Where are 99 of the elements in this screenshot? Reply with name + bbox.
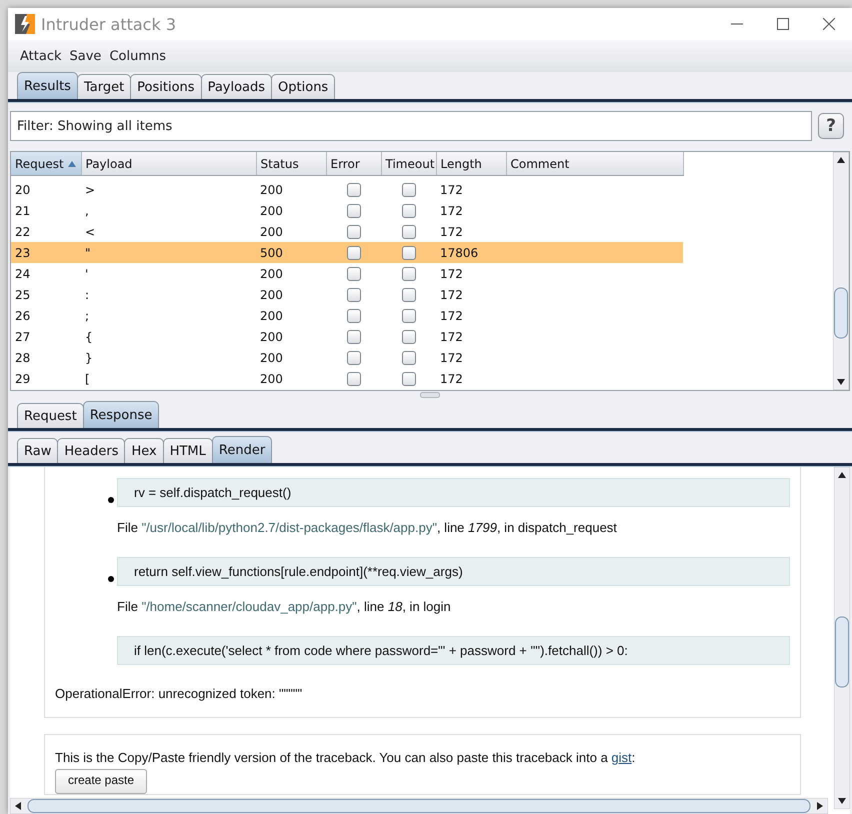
checkbox[interactable] [346,224,360,239]
table-cell-text: 26 [14,308,32,324]
table-cell-text: 200 [259,308,284,324]
checkbox[interactable] [402,246,416,260]
checkbox[interactable] [346,204,360,218]
column-header[interactable]: Comment [506,152,683,176]
table-cell: 200 [256,221,326,242]
checkbox[interactable] [402,224,416,239]
tab[interactable]: Headers [57,438,126,463]
table-cell: 200 [256,263,326,284]
create-paste-button[interactable]: create paste [55,769,148,794]
checkbox[interactable] [402,308,416,323]
checkbox[interactable] [402,182,416,197]
table-cell-text: 200 [259,182,284,198]
checkbox[interactable] [346,288,360,302]
table-cell-text: 27 [14,328,32,346]
column-header[interactable]: Request [11,152,81,176]
table-cell-text: , [84,202,90,220]
paste-note: This is the Copy/Paste friendly version of the traceback. You can also paste this traceback into a gist: [55,750,636,765]
tab[interactable]: Results [17,72,78,99]
checkbox[interactable] [402,350,416,365]
tab[interactable]: HTML [162,438,213,463]
table-cell-text: 172 [439,370,464,388]
tab[interactable]: Target [76,74,132,99]
table-cell: 172 [436,263,506,284]
table-cell-text: 20 [14,182,32,198]
tab[interactable]: Options [271,74,336,99]
window-title: Intruder attack 3 [41,14,177,34]
table-cell: 17806 [436,242,506,263]
column-header[interactable]: Status [256,152,326,176]
close-icon[interactable] [823,18,835,30]
table-cell-text: 200 [259,350,284,366]
checkbox[interactable] [346,372,360,386]
table-cell-text: 200 [259,328,284,346]
column-header[interactable]: Length [436,152,506,176]
table-cell-text: 172 [439,182,464,198]
table-cell: " [81,242,256,263]
table-cell: 172 [436,221,506,242]
checkbox[interactable] [402,372,416,386]
column-header[interactable]: Timeout [381,152,436,176]
table-cell: 500 [256,242,326,263]
column-header[interactable]: Payload [81,152,256,176]
maximize-icon[interactable] [777,18,789,30]
tab[interactable]: Response [82,401,160,428]
checkbox[interactable] [346,246,360,260]
table-cell: 23 [11,242,81,263]
gist-link[interactable]: gist [611,750,632,765]
table-cell: 22 [11,221,81,242]
table-cell-text: : [84,286,90,304]
checkbox[interactable] [402,204,416,218]
table-cell-text: 172 [439,308,464,324]
table-cell-text: [ [84,370,91,388]
menu-item[interactable]: Save [66,48,106,64]
checkbox[interactable] [402,288,416,302]
vertical-scrollbar[interactable] [834,467,850,809]
vertical-scrollbar[interactable] [833,152,849,390]
table-cell-text: 25 [14,286,32,304]
table-cell: ' [81,263,256,284]
filter-bar[interactable]: Filter: Showing all items [10,111,812,141]
tab[interactable]: Raw [17,438,58,463]
table-cell-text: 172 [439,286,464,304]
checkbox[interactable] [346,266,360,281]
table-cell-text: 28 [14,350,32,366]
tab[interactable]: Positions [130,74,202,99]
table-cell-text: > [84,182,96,198]
help-button[interactable]: ? [818,113,844,139]
checkbox[interactable] [346,350,360,365]
horizontal-scrollbar[interactable] [10,798,828,814]
table-cell-text: 172 [439,328,464,346]
column-header[interactable]: Error [326,152,381,176]
table-cell-text: 200 [259,286,284,304]
file-location: File "/home/scanner/cloudav_app/app.py", line 18, in login [117,599,452,614]
table-cell-text: 21 [14,202,32,220]
table-cell-text: 29 [14,370,32,388]
sort-arrow-icon [68,160,76,168]
table-cell: 24 [11,263,81,284]
checkbox[interactable] [346,182,360,197]
table-cell-text: { [84,328,94,346]
menu-item[interactable]: Columns [105,48,170,64]
table-cell-text: 172 [439,350,464,366]
tab[interactable]: Request [17,403,84,428]
checkbox[interactable] [346,330,360,344]
table-cell-text: 200 [259,370,284,388]
table-cell-text: } [84,350,94,366]
tab[interactable]: Hex [124,438,164,463]
checkbox[interactable] [346,308,360,323]
table-cell-text: 200 [259,202,284,220]
split-handle[interactable] [420,392,440,398]
table-cell-text: ; [84,308,90,324]
menu-item[interactable]: Attack [16,48,66,64]
checkbox[interactable] [402,330,416,344]
file-location: File "/usr/local/lib/python2.7/dist-packages/flask/app.py", line 1799, in dispatch_request [117,520,618,535]
table-cell: < [81,221,256,242]
tab[interactable]: Render [212,436,272,463]
error-message: OperationalError: unrecognized token: """"" [55,686,304,701]
tab[interactable]: Payloads [200,74,272,99]
checkbox[interactable] [402,266,416,281]
app-logo-icon [15,14,35,34]
table-cell-text: 172 [439,202,464,220]
